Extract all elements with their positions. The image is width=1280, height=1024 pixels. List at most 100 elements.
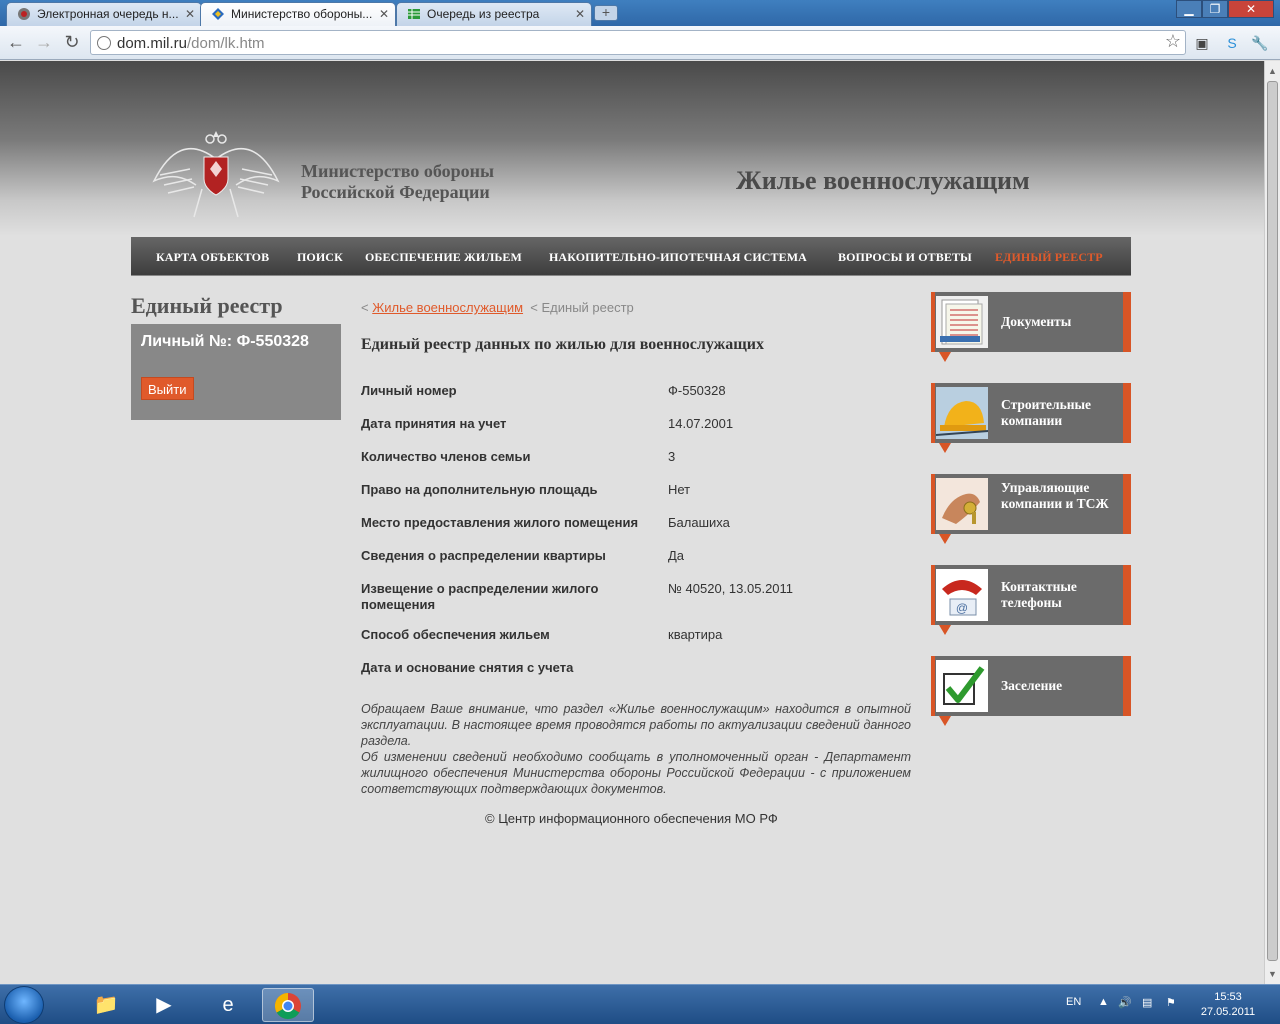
info-value: квартира xyxy=(668,627,723,642)
site-header: Министерство обороны Российской Федераци… xyxy=(0,61,1264,236)
site-title: Жилье военнослужащим xyxy=(736,166,1030,195)
info-value: Нет xyxy=(668,482,691,497)
start-button[interactable] xyxy=(4,986,44,1024)
link-tile-management[interactable]: Управляющие компании и ТСЖ xyxy=(931,474,1131,544)
tile-pointer xyxy=(939,625,951,635)
clock-time: 15:53 xyxy=(1214,991,1242,1003)
close-tab-icon[interactable]: ✕ xyxy=(575,3,585,25)
account-number: Личный №: Ф-550328 xyxy=(141,333,309,350)
keys-icon xyxy=(936,478,988,530)
breadcrumb-separator: < xyxy=(361,300,369,315)
volume-icon[interactable]: 🔊 xyxy=(1118,996,1132,1009)
info-label: Количество членов семьи xyxy=(361,449,531,464)
tile-pointer xyxy=(939,352,951,362)
reload-icon[interactable]: ↻ xyxy=(60,31,84,55)
checkmark-icon xyxy=(936,660,988,712)
tab-title: Министерство обороны... xyxy=(231,7,373,21)
breadcrumb-separator: < xyxy=(530,300,538,315)
link-tile-label: Управляющие компании и ТСЖ xyxy=(1001,480,1109,511)
url-text: dom.mil.ru/dom/lk.htm xyxy=(117,35,265,52)
browser-tab-active[interactable]: Министерство обороны... ✕ xyxy=(200,2,396,26)
diamond-favicon-icon xyxy=(212,8,224,20)
info-value: Да xyxy=(668,548,685,563)
eagle-favicon-icon xyxy=(18,8,30,20)
info-value: Балашиха xyxy=(668,515,730,530)
info-value: Ф-550328 xyxy=(668,383,726,398)
notice-paragraph: Об изменении сведений необходимо сообщат… xyxy=(361,750,911,796)
close-window-button[interactable]: ✕ xyxy=(1228,0,1274,18)
wrench-menu-icon[interactable]: 🔧 xyxy=(1250,33,1270,53)
info-value: 3 xyxy=(668,449,676,464)
breadcrumb-home-link[interactable]: Жилье военнослужащим xyxy=(372,300,523,315)
spreadsheet-favicon-icon xyxy=(408,9,420,19)
info-label: Дата принятия на учет xyxy=(361,416,507,431)
svg-text:@: @ xyxy=(956,601,968,615)
notice-paragraph: Обращаем Ваше внимание, что раздел «Жиль… xyxy=(361,702,911,748)
back-arrow-icon[interactable]: ← xyxy=(4,31,28,55)
link-tile-documents[interactable]: Документы xyxy=(931,292,1131,362)
scroll-up-icon[interactable]: ▲ xyxy=(1265,63,1280,79)
link-tile-label: Документы xyxy=(1001,314,1072,329)
menu-item-search[interactable]: ПОИСК xyxy=(297,250,343,265)
info-label: Сведения о распределении квартиры xyxy=(361,548,606,563)
info-label: Способ обеспечения жильем xyxy=(361,627,550,642)
logout-button[interactable]: Выйти xyxy=(141,377,194,400)
media-player-icon[interactable]: ▶ xyxy=(138,988,190,1022)
menu-item-mortgage[interactable]: НАКОПИТЕЛЬНО-ИПОТЕЧНАЯ СИСТЕМА xyxy=(549,250,807,265)
clock-date: 27.05.2011 xyxy=(1200,1006,1256,1018)
minimize-button[interactable]: ▁ xyxy=(1176,0,1202,18)
show-hidden-icons-icon[interactable]: ▲ xyxy=(1098,996,1109,1008)
tile-pointer xyxy=(939,443,951,453)
ministry-name: Министерство обороны Российской Федераци… xyxy=(301,161,494,203)
menu-item-faq[interactable]: ВОПРОСЫ И ОТВЕТЫ xyxy=(838,250,972,265)
maximize-button[interactable]: ❐ xyxy=(1202,0,1228,18)
ministry-name-line: Министерство обороны xyxy=(301,161,495,181)
menu-item-map[interactable]: КАРТА ОБЪЕКТОВ xyxy=(156,250,269,265)
main-menu: КАРТА ОБЪЕКТОВ ПОИСК ОБЕСПЕЧЕНИЕ ЖИЛЬЕМ … xyxy=(131,237,1131,276)
tile-pointer xyxy=(939,534,951,544)
phone-icon: @ xyxy=(936,569,988,621)
link-tile-label: Контактные телефоны xyxy=(1001,579,1077,610)
close-tab-icon[interactable]: ✕ xyxy=(185,3,195,25)
bookmark-star-icon[interactable]: ☆ xyxy=(1165,31,1181,52)
address-bar[interactable]: dom.mil.ru/dom/lk.htm ☆ xyxy=(90,30,1186,55)
language-indicator[interactable]: EN xyxy=(1066,996,1081,1008)
breadcrumb-current: Единый реестр xyxy=(541,300,634,315)
page-viewport: Министерство обороны Российской Федераци… xyxy=(0,61,1264,984)
sidebar-title: Единый реестр xyxy=(131,293,283,318)
info-value: № 40520, 13.05.2011 xyxy=(668,581,794,596)
construction-helmet-icon xyxy=(936,387,988,439)
link-tile-construction[interactable]: Строительные компании xyxy=(931,383,1131,453)
link-tile-settlement[interactable]: Заселение xyxy=(931,656,1131,726)
network-icon[interactable]: ▤ xyxy=(1142,996,1152,1009)
extension-icon[interactable]: ▣ xyxy=(1192,33,1212,53)
browser-toolbar: ← → ↻ dom.mil.ru/dom/lk.htm ☆ ▣ S 🔧 xyxy=(0,26,1280,60)
menu-item-registry[interactable]: ЕДИНЫЙ РЕЕСТР xyxy=(995,250,1103,265)
browser-tab[interactable]: Очередь из реестра ✕ xyxy=(396,2,592,26)
close-tab-icon[interactable]: ✕ xyxy=(379,3,389,25)
explorer-folder-icon[interactable]: 📁 xyxy=(80,988,132,1022)
breadcrumb: < Жилье военнослужащим < Единый реестр xyxy=(361,300,634,315)
windows-taskbar: 📁 ▶ e EN ▲ 🔊 ▤ ⚑ 15:53 27.05.2011 xyxy=(0,984,1280,1024)
info-label: Личный номер xyxy=(361,383,457,398)
link-tile-contacts[interactable]: @ Контактные телефоны xyxy=(931,565,1131,635)
action-center-icon[interactable]: ⚑ xyxy=(1166,996,1176,1009)
forward-arrow-icon[interactable]: → xyxy=(32,31,56,55)
skype-icon[interactable]: S xyxy=(1222,33,1242,53)
scroll-down-icon[interactable]: ▼ xyxy=(1265,966,1280,982)
account-box: Личный №: Ф-550328 Выйти xyxy=(131,324,341,420)
new-tab-button[interactable]: + xyxy=(594,5,618,21)
scrollbar-thumb[interactable] xyxy=(1267,81,1278,961)
notice-text: Обращаем Ваше внимание, что раздел «Жиль… xyxy=(361,701,911,797)
vertical-scrollbar[interactable]: ▲ ▼ xyxy=(1264,61,1280,984)
info-label: Извещение о распределении жилого помещен… xyxy=(361,581,599,612)
system-clock[interactable]: 15:53 27.05.2011 xyxy=(1196,990,1260,1020)
chrome-logo-icon xyxy=(274,992,301,1020)
info-label: Место предоставления жилого помещения xyxy=(361,515,639,530)
menu-item-housing[interactable]: ОБЕСПЕЧЕНИЕ ЖИЛЬЕМ xyxy=(365,250,522,265)
internet-explorer-icon[interactable]: e xyxy=(202,988,254,1022)
chrome-icon[interactable] xyxy=(262,988,314,1022)
info-label: Дата и основание снятия с учета xyxy=(361,660,574,675)
tab-title: Очередь из реестра xyxy=(427,7,540,21)
browser-tab[interactable]: Электронная очередь н... ✕ xyxy=(6,2,202,26)
